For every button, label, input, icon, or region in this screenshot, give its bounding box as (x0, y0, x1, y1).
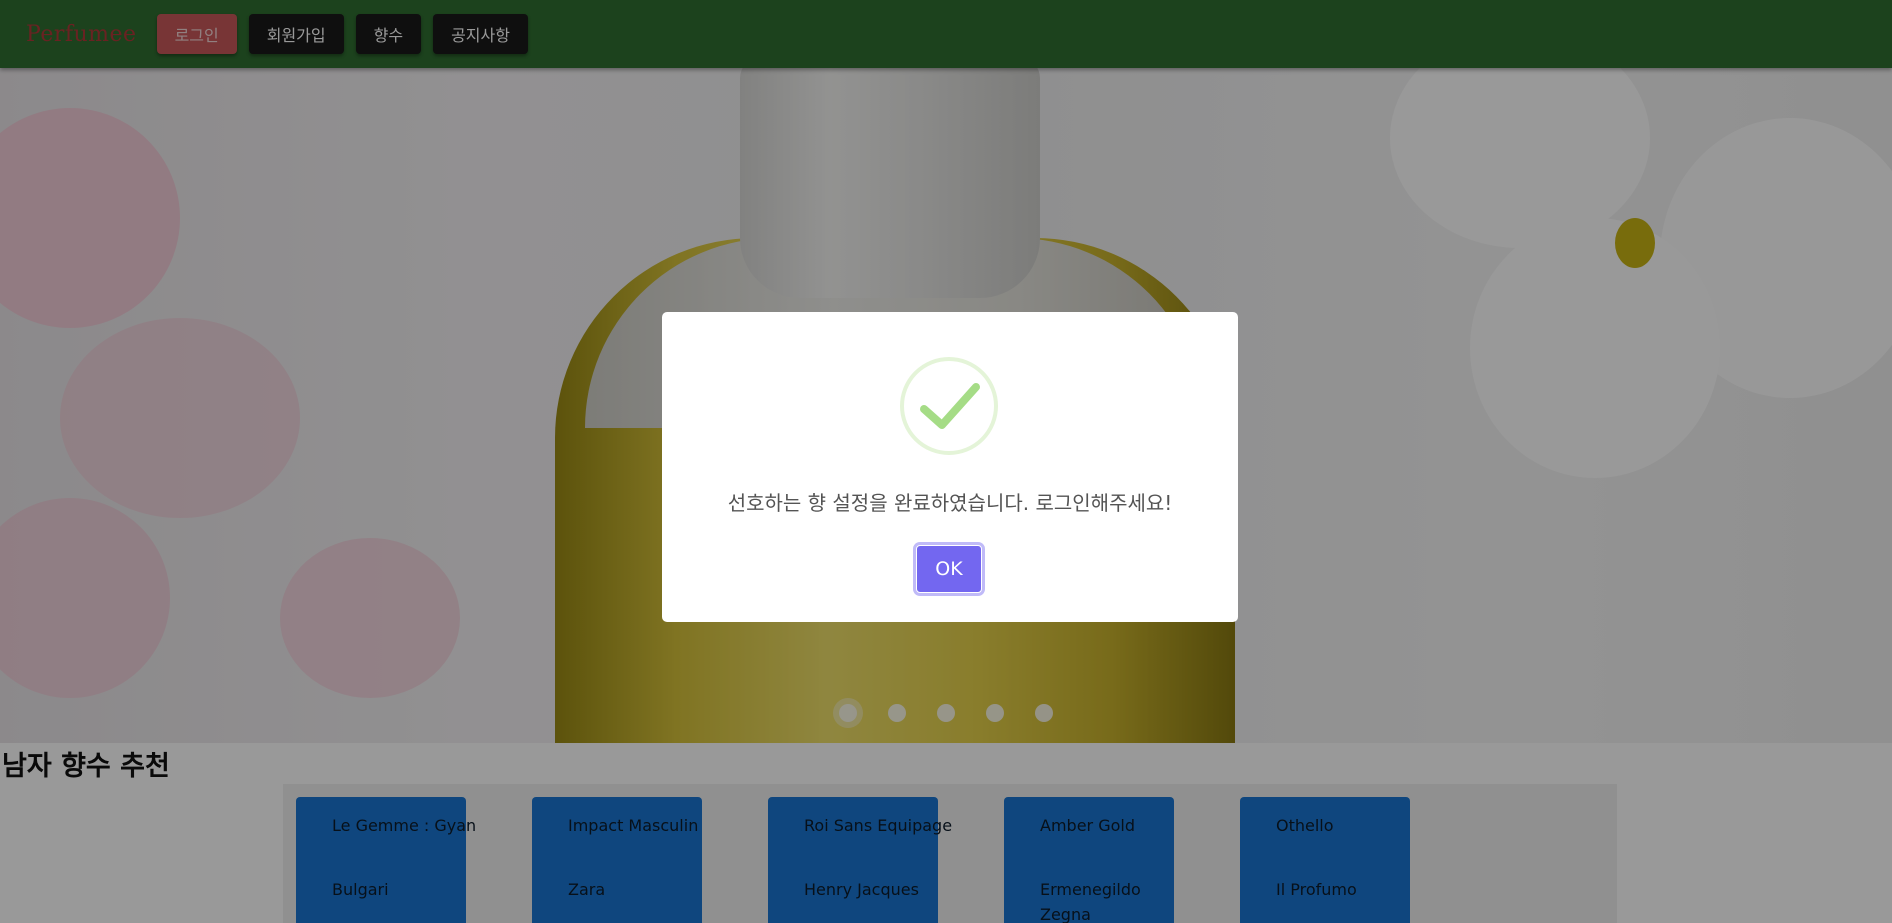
checkmark-success-icon (900, 357, 998, 455)
alert-message: 선호하는 향 설정을 완료하였습니다. 로그인해주세요! (727, 491, 1173, 515)
ok-button[interactable]: OK (916, 545, 982, 593)
alert-dialog: 선호하는 향 설정을 완료하였습니다. 로그인해주세요! OK (662, 312, 1238, 622)
